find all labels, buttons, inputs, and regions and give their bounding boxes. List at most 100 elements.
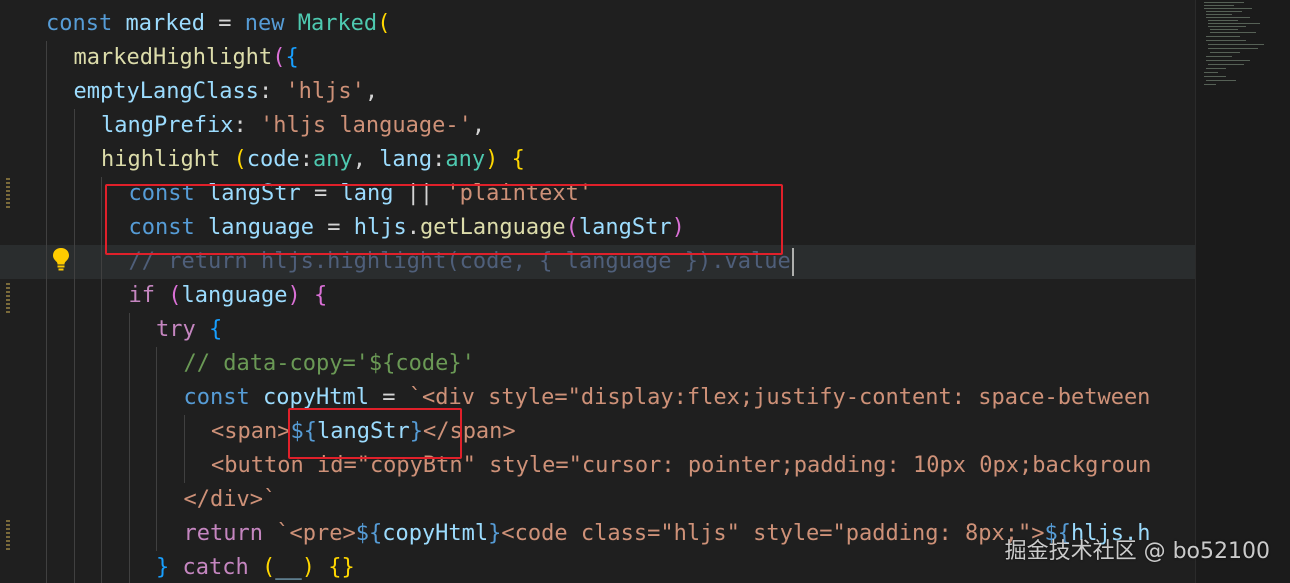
code-text: </div>` — [184, 483, 277, 517]
code-token: : — [258, 79, 286, 104]
indent-guide — [73, 381, 75, 415]
code-token: { — [208, 317, 223, 342]
code-token: markedHighlight — [73, 45, 273, 70]
indent-guide — [156, 517, 157, 551]
indent-guide — [101, 551, 102, 583]
code-text: } catch (__) {} — [156, 551, 355, 583]
indent-guide — [101, 415, 102, 449]
indent-guide — [73, 279, 75, 313]
code-token: <code class="hljs" style="padding: 8px;"… — [501, 521, 1045, 546]
code-token: ) — [485, 147, 512, 172]
code-line[interactable]: if (language) { — [0, 279, 1195, 313]
indent-guide — [46, 41, 47, 75]
indent-guide — [46, 517, 47, 551]
code-line[interactable]: langPrefix: 'hljs language-', — [0, 109, 1195, 143]
code-token: any — [445, 147, 486, 172]
code-line[interactable]: </div>` — [0, 483, 1195, 517]
code-line[interactable]: <button id="copyBtn" style="cursor: poin… — [0, 449, 1195, 483]
indent-guide — [46, 381, 47, 415]
code-line[interactable]: const copyHtml = `<div style="display:fl… — [0, 381, 1195, 415]
code-line[interactable]: const marked = new Marked( — [0, 7, 1195, 41]
minimap-line — [1208, 26, 1246, 27]
indent-guide — [101, 177, 102, 211]
code-token: copyHtml — [382, 521, 489, 546]
code-token: ) — [301, 555, 329, 580]
code-token: `<pre> — [276, 521, 356, 546]
indent-guide — [46, 449, 47, 483]
minimap-line — [1208, 64, 1244, 65]
indent-guide — [101, 449, 102, 483]
watermark: 掘金技术社区 @ bo52100 — [1004, 539, 1270, 564]
indent-guide — [46, 483, 47, 517]
minimap-line — [1210, 29, 1238, 30]
minimap-line — [1206, 56, 1232, 57]
code-token: // data-copy='${code}' — [183, 351, 475, 376]
minimap[interactable] — [1195, 0, 1290, 583]
code-token: ${ — [355, 521, 383, 546]
indent-guide — [128, 551, 130, 583]
code-token: { — [313, 283, 328, 308]
code-token: copyHtml — [262, 385, 369, 410]
code-token: marked — [125, 11, 205, 36]
code-line[interactable]: highlight (code:any, lang:any) { — [0, 143, 1195, 177]
indent-guide — [73, 109, 75, 143]
code-token: ( — [233, 147, 247, 172]
code-text: if (language) { — [129, 279, 328, 313]
code-text: markedHighlight({ — [74, 41, 299, 75]
indent-guide — [101, 517, 102, 551]
indent-guide — [101, 279, 102, 313]
minimap-line — [1210, 32, 1256, 33]
code-line[interactable]: // data-copy='${code}' — [0, 347, 1195, 381]
code-token: { — [511, 147, 525, 172]
code-token: Marked — [297, 11, 378, 36]
indent-guide — [183, 449, 185, 483]
minimap-line — [1206, 68, 1226, 69]
code-editor[interactable]: const marked = new Marked(markedHighligh… — [0, 0, 1195, 583]
code-token: langPrefix — [101, 113, 234, 138]
indent-guide — [46, 279, 47, 313]
code-token: const — [46, 11, 126, 36]
indent-guide — [156, 449, 157, 483]
indent-guide — [101, 483, 102, 517]
minimap-line — [1206, 14, 1232, 15]
indent-guide — [101, 245, 102, 279]
indent-guide — [73, 483, 75, 517]
minimap-line — [1208, 20, 1238, 21]
highlight-box-langstr-lines — [105, 184, 783, 255]
indent-guide — [128, 449, 130, 483]
code-token: } — [156, 555, 183, 580]
code-line[interactable]: try { — [0, 313, 1195, 347]
code-line[interactable]: emptyLangClass: 'hljs', — [0, 75, 1195, 109]
indent-guide — [156, 483, 157, 517]
code-token: new — [244, 11, 298, 36]
code-token: ( — [261, 555, 276, 580]
minimap-line — [1206, 36, 1240, 37]
code-token: ( — [168, 283, 182, 308]
indent-guide — [73, 211, 75, 245]
indent-guide — [101, 313, 102, 347]
code-token: return — [183, 521, 277, 546]
code-line[interactable]: markedHighlight({ — [0, 41, 1195, 75]
code-token: ) — [287, 283, 314, 308]
indent-guide — [46, 245, 47, 279]
code-token: `<div style="display:flex;justify-conten… — [408, 385, 1151, 410]
indent-guide — [183, 415, 185, 449]
minimap-line — [1208, 44, 1264, 45]
code-text: highlight (code:any, lang:any) { — [101, 143, 525, 177]
code-line[interactable]: <span>${langStr}</span> — [0, 415, 1195, 449]
indent-guide — [73, 449, 75, 483]
code-text: emptyLangClass: 'hljs', — [74, 75, 379, 109]
code-token: { — [285, 45, 299, 70]
indent-guide — [73, 517, 75, 551]
indent-guide — [46, 109, 47, 143]
code-token: highlight — [101, 147, 234, 172]
lightbulb-icon[interactable] — [50, 246, 72, 272]
indent-guide — [73, 347, 75, 381]
highlight-box-langstr-template — [288, 408, 462, 459]
indent-guide — [156, 381, 157, 415]
code-token: 'hljs' — [285, 79, 365, 104]
indent-guide — [156, 347, 157, 381]
indent-guide — [46, 75, 47, 109]
indent-guide — [73, 245, 75, 279]
code-token: : — [299, 147, 313, 172]
